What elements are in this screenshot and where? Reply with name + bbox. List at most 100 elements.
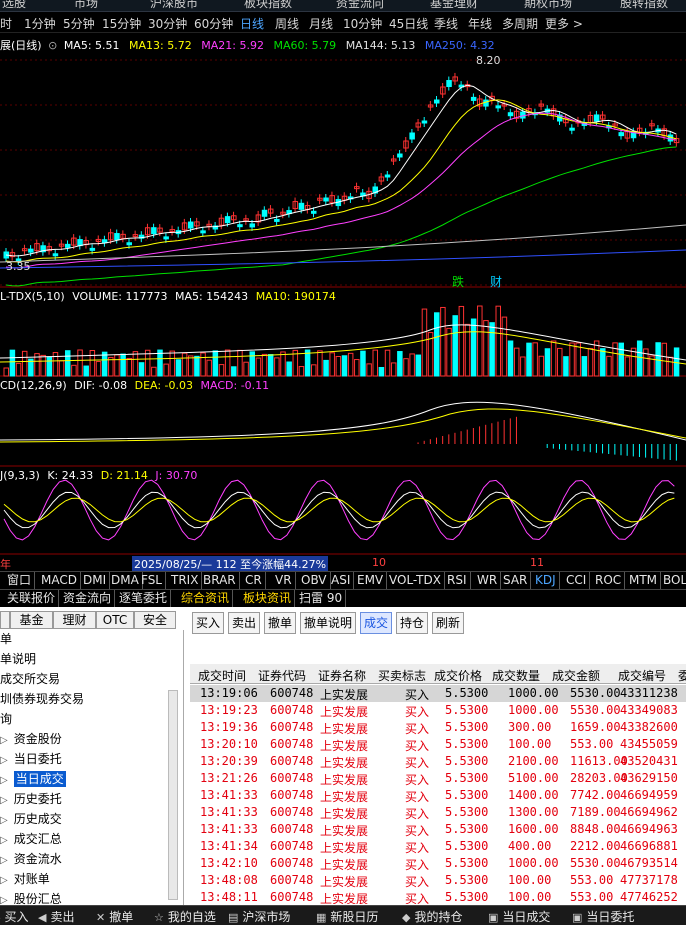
column-header[interactable]: 成交价格 [434,667,482,684]
column-header[interactable]: 成交时间 [198,667,246,684]
nav-item[interactable]: 股转指数 [620,0,668,11]
deals-button[interactable]: 成交 [360,612,392,634]
tree-item[interactable]: ▷ 历史成交 [0,810,62,829]
tree-item[interactable]: ▷ 资金股份 [0,730,62,749]
table-row[interactable]: 13:19:36 600748 上实发展 买入 5.5300 300.00 1659.00 4… [190,719,686,736]
indicator-tab[interactable]: BRAR [200,572,240,590]
info-tab[interactable]: 逐笔委托 [116,590,172,608]
indicator-tab[interactable]: SAR [500,572,532,590]
indicator-tab[interactable]: ROC [592,572,626,590]
table-row[interactable]: 13:21:26 600748 上实发展 买入 5.5300 5100.00 28203.0… [190,770,686,787]
tree-item[interactable]: 询 [0,710,12,729]
tree-item[interactable]: 单 [0,630,12,649]
taskbar-button[interactable]: ▦ 新股日历 [316,908,378,925]
tree-item[interactable]: 单说明 [0,650,36,669]
tree-scrollbar[interactable] [168,690,178,900]
table-row[interactable]: 13:41:33 600748 上实发展 买入 5.5300 1600.00 8848.00… [190,821,686,838]
table-row[interactable]: 13:41:34 600748 上实发展 买入 5.5300 400.00 2212.00 4… [190,838,686,855]
tree-item[interactable]: 圳债券现券交易 [0,690,84,709]
taskbar-button[interactable]: ✕ 撤单 [96,908,133,925]
taskbar-button[interactable]: ◆ 我的持仓 [402,908,462,925]
nav-item[interactable]: 板块指数 [244,0,292,11]
indicator-tab[interactable]: BOLL [660,572,686,590]
info-tab[interactable]: 扫雷 90 [296,590,347,608]
period-button[interactable]: 5分钟 [63,15,95,32]
table-row[interactable]: 13:19:06 600748 上实发展 买入 5.5300 1000.00 5530.00… [190,685,686,702]
nav-item[interactable]: 基金理财 [430,0,478,11]
taskbar-button[interactable]: ☆ 我的自选 [154,908,216,925]
table-row[interactable]: 13:48:08 600748 上实发展 买入 5.5300 100.00 553.00 47… [190,872,686,889]
tree-item[interactable]: ▷ 当日成交 [0,770,66,789]
column-header[interactable]: 委 [678,667,686,684]
nav-item[interactable]: 期权市场 [524,0,572,11]
indicator-tab[interactable]: WR [474,572,502,590]
info-tab[interactable]: 关联报价 [4,590,60,608]
nav-item[interactable]: 选股 [2,0,26,11]
period-button[interactable]: 更多 > [545,15,583,32]
info-tab[interactable]: 板块资讯 [240,590,296,608]
tab-wealth[interactable]: 理财 [53,611,96,629]
table-row[interactable]: 13:41:33 600748 上实发展 买入 5.5300 1400.00 7742.00… [190,787,686,804]
table-row[interactable]: 13:20:10 600748 上实发展 买入 5.5300 100.00 553.00 43… [190,736,686,753]
indicator-tab[interactable]: TRIX [168,572,203,590]
column-header[interactable]: 证券名称 [318,667,366,684]
nav-item[interactable]: 市场 [74,0,98,11]
column-header[interactable]: 成交编号 [618,667,666,684]
taskbar-button[interactable]: ▤ 沪深市场 [228,908,290,925]
taskbar-button[interactable]: ▣ 当日委托 [572,908,634,925]
indicator-tab[interactable]: KDJ [532,572,560,590]
tab-otc[interactable]: OTC [96,611,134,629]
stock-chart-svg[interactable] [0,34,686,601]
table-row[interactable]: 13:48:11 600748 上实发展 买入 5.5300 100.00 553.00 47… [190,889,686,904]
indicator-tab[interactable]: CR [242,572,266,590]
cancel-order-button[interactable]: 撤单 [264,612,296,634]
table-row[interactable]: 13:19:23 600748 上实发展 买入 5.5300 1000.00 5530.00… [190,702,686,719]
column-header[interactable]: 买卖标志 [378,667,426,684]
table-row[interactable]: 13:42:10 600748 上实发展 买入 5.5300 1000.00 5530.00… [190,855,686,872]
column-header[interactable]: 成交金额 [552,667,600,684]
indicator-tab[interactable]: MACD [38,572,81,590]
nav-item[interactable]: 沪深股市 [150,0,198,11]
refresh-button[interactable]: 刷新 [432,612,464,634]
period-button[interactable]: 60分钟 [194,15,233,32]
positions-button[interactable]: 持仓 [396,612,428,634]
period-button[interactable]: 时 [0,15,12,32]
buy-button[interactable]: 买入 [192,612,224,634]
sell-button[interactable]: 卖出 [228,612,260,634]
table-row[interactable]: 13:20:39 600748 上实发展 买入 5.5300 2100.00 11613.0… [190,753,686,770]
indicator-tab[interactable]: ASI [328,572,355,590]
taskbar-button[interactable]: ▶买入 [0,908,28,925]
period-button[interactable]: 15分钟 [102,15,141,32]
tab-hidden[interactable] [0,611,10,629]
indicator-tab[interactable]: VOL-TDX [386,572,445,590]
tree-item[interactable]: ▷ 对账单 [0,870,50,889]
indicator-tab[interactable]: FSL [138,572,166,590]
tree-item[interactable]: 成交所交易 [0,670,60,689]
tab-security[interactable]: 安全 [134,611,176,629]
tree-item[interactable]: ▷ 资金流水 [0,850,62,869]
tree-item[interactable]: ▷ 股份汇总 [0,890,62,905]
period-button-active[interactable]: 日线 [240,15,264,32]
indicator-tab[interactable]: CCI [563,572,591,590]
tree-item[interactable]: ▷ 成交汇总 [0,830,62,849]
period-button[interactable]: 45日线 [389,15,428,32]
period-button[interactable]: 30分钟 [148,15,187,32]
indicator-tab[interactable]: RSI [444,572,471,590]
indicator-tab[interactable]: DMI [80,572,111,590]
period-button[interactable]: 月线 [309,15,333,32]
period-button[interactable]: 1分钟 [24,15,56,32]
period-button[interactable]: 多周期 [502,15,538,32]
table-row[interactable]: 13:41:33 600748 上实发展 买入 5.5300 1300.00 7189.00… [190,804,686,821]
period-button[interactable]: 10分钟 [343,15,382,32]
indicator-tab[interactable]: OBV [298,572,331,590]
info-tab[interactable]: 资金流向 [60,590,116,608]
indicator-tab[interactable]: 窗口 [4,572,36,590]
indicator-tab[interactable]: VR [272,572,296,590]
indicator-tab[interactable]: MTM [626,572,662,590]
tree-item[interactable]: ▷ 当日委托 [0,750,62,769]
settings-icon[interactable]: ⊙ [48,39,57,52]
cancel-help-button[interactable]: 撤单说明 [300,612,356,634]
column-header[interactable]: 证券代码 [258,667,306,684]
tab-fund[interactable]: 基金 [10,611,53,629]
column-header[interactable]: 成交数量 [492,667,540,684]
